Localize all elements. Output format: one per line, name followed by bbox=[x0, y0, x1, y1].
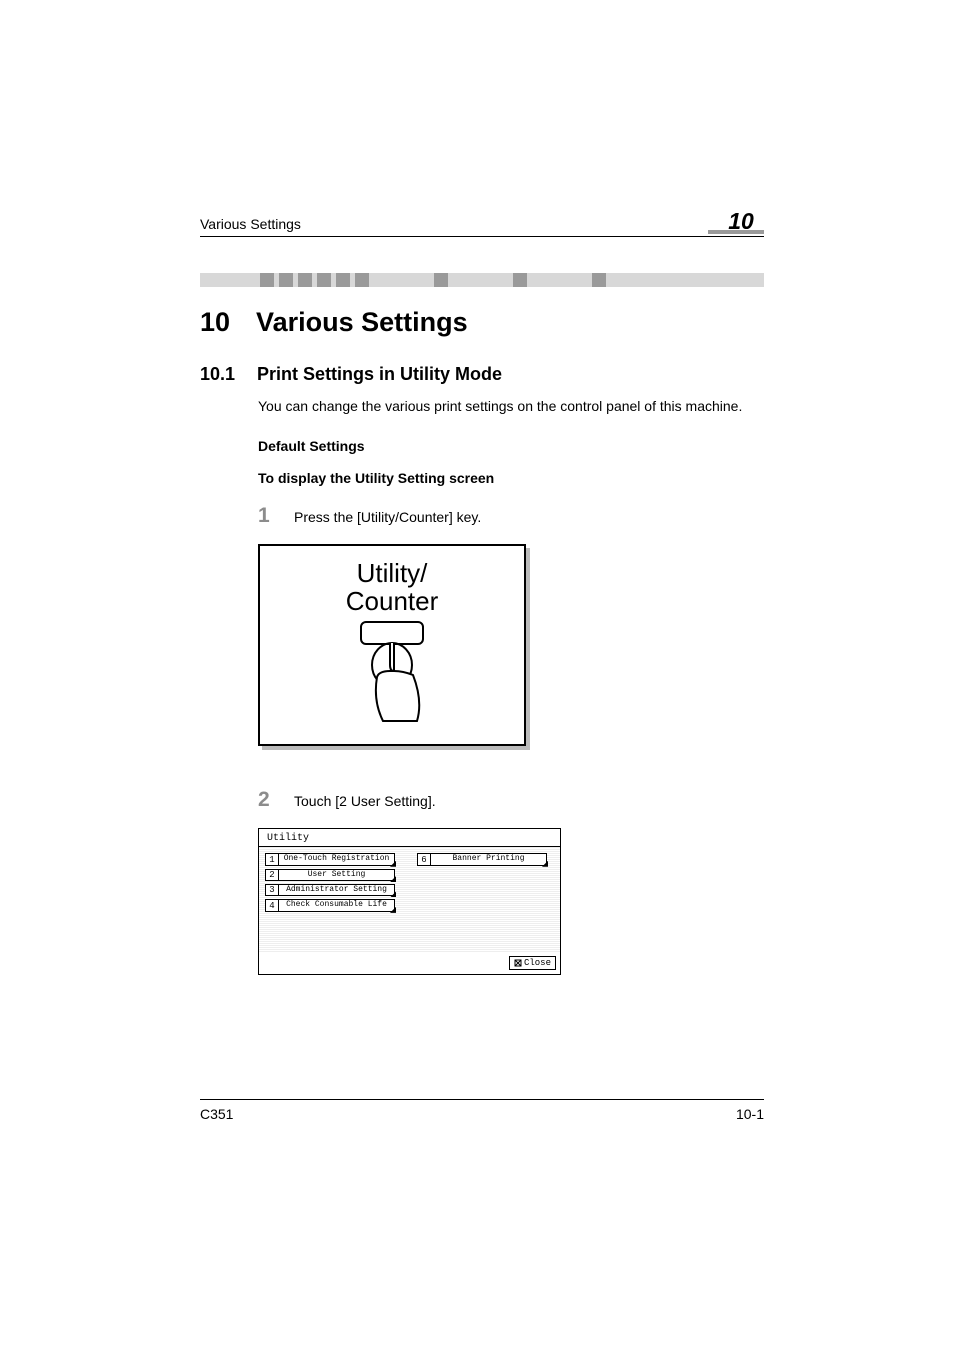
step-2-number: 2 bbox=[258, 788, 294, 812]
step-1-text: Press the [Utility/Counter] key. bbox=[294, 509, 481, 525]
chapter-badge: 10 bbox=[718, 208, 764, 234]
subheading-to-display: To display the Utility Setting screen bbox=[258, 470, 764, 486]
utility-screen-title: Utility bbox=[267, 833, 309, 844]
section-title: Print Settings in Utility Mode bbox=[257, 364, 502, 385]
utility-item-4: 4 Check Consumable Life bbox=[265, 899, 395, 911]
footer-page: 10-1 bbox=[736, 1106, 764, 1122]
close-icon bbox=[514, 959, 522, 967]
intro-paragraph: You can change the various print setting… bbox=[258, 397, 764, 416]
figure1-line1: Utility/ bbox=[357, 558, 428, 588]
close-button: Close bbox=[509, 956, 556, 970]
utility-item-2: 2 User Setting bbox=[265, 869, 395, 881]
utility-item-1: 1 One-Touch Registration bbox=[265, 853, 395, 865]
chapter-title: Various Settings bbox=[256, 307, 468, 338]
subheading-default-settings: Default Settings bbox=[258, 438, 764, 454]
finger-press-icon bbox=[357, 641, 427, 727]
section-number: 10.1 bbox=[200, 364, 235, 385]
chapter-number: 10 bbox=[200, 307, 230, 338]
step-2-text: Touch [2 User Setting]. bbox=[294, 793, 436, 809]
figure-utility-counter-key: Utility/ Counter bbox=[258, 544, 526, 746]
figure1-line2: Counter bbox=[346, 586, 439, 616]
step-1-number: 1 bbox=[258, 504, 294, 528]
utility-item-6: 6 Banner Printing bbox=[417, 853, 547, 865]
chapter-badge-number: 10 bbox=[728, 208, 754, 235]
utility-item-3: 3 Administrator Setting bbox=[265, 884, 395, 896]
figure-utility-screen: Utility 1 One-Touch Registration 2 User … bbox=[258, 828, 561, 975]
footer-model: C351 bbox=[200, 1106, 233, 1122]
running-head: Various Settings bbox=[200, 216, 301, 232]
decorative-bar bbox=[200, 273, 764, 287]
